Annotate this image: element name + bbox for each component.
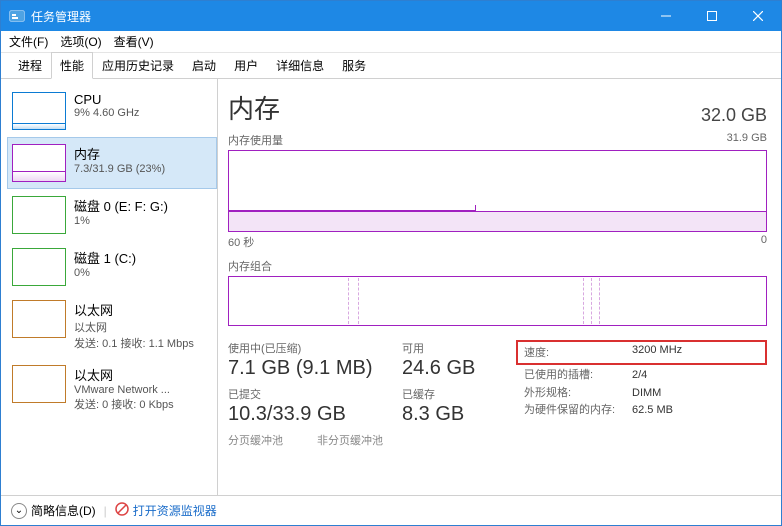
main-title: 内存 xyxy=(228,89,280,126)
eth1-sparkline xyxy=(12,365,66,403)
cached-value: 8.3 GB xyxy=(402,402,516,426)
no-entry-icon xyxy=(115,502,129,519)
commit-value: 10.3/33.9 GB xyxy=(228,402,402,426)
axis-right: 0 xyxy=(761,234,767,250)
close-button[interactable] xyxy=(735,1,781,31)
menubar: 文件(F) 选项(O) 查看(V) xyxy=(1,31,781,53)
disk1-sparkline xyxy=(12,248,66,286)
sidebar-eth0-sub1: 以太网 xyxy=(74,319,194,335)
slots-value: 2/4 xyxy=(632,367,647,385)
main-panel: 内存 32.0 GB 内存使用量 31.9 GB 60 秒 0 内存组合 xyxy=(218,79,781,495)
sidebar-cpu-title: CPU xyxy=(74,92,139,107)
disk0-sparkline xyxy=(12,196,66,234)
sidebar-item-disk0[interactable]: 磁盘 0 (E: F: G:) 1% xyxy=(7,189,217,241)
eth0-sparkline xyxy=(12,300,66,338)
cpu-sparkline xyxy=(12,92,66,130)
menu-file[interactable]: 文件(F) xyxy=(9,33,48,50)
speed-highlight-box: 速度: 3200 MHz xyxy=(516,340,767,365)
sidebar: CPU 9% 4.60 GHz 内存 7.3/31.9 GB (23%) 磁盘 … xyxy=(1,79,218,495)
brief-info-link[interactable]: 简略信息(D) xyxy=(31,502,96,519)
paged-label: 分页缓冲池 xyxy=(228,432,283,448)
sidebar-eth0-sub2: 发送: 0.1 接收: 1.1 Mbps xyxy=(74,335,194,351)
tabs: 进程 性能 应用历史记录 启动 用户 详细信息 服务 xyxy=(1,53,781,79)
cached-label: 已缓存 xyxy=(402,386,516,402)
memory-composition-chart xyxy=(228,276,767,326)
sidebar-eth1-sub2: 发送: 0 接收: 0 Kbps xyxy=(74,396,174,412)
composition-label: 内存组合 xyxy=(228,258,272,274)
sidebar-eth0-title: 以太网 xyxy=(74,300,194,319)
nonpaged-label: 非分页缓冲池 xyxy=(317,432,383,448)
menu-options[interactable]: 选项(O) xyxy=(60,33,101,50)
form-key: 外形规格: xyxy=(524,385,632,403)
form-value: DIMM xyxy=(632,385,661,403)
speed-value: 3200 MHz xyxy=(632,344,682,360)
minimize-button[interactable] xyxy=(643,1,689,31)
sidebar-disk1-sub: 0% xyxy=(74,267,136,279)
avail-value: 24.6 GB xyxy=(402,356,516,380)
chevron-down-icon[interactable]: ⌄ xyxy=(11,503,27,519)
sidebar-item-cpu[interactable]: CPU 9% 4.60 GHz xyxy=(7,85,217,137)
axis-left: 60 秒 xyxy=(228,234,254,250)
sidebar-memory-sub: 7.3/31.9 GB (23%) xyxy=(74,163,165,175)
reserved-key: 为硬件保留的内存: xyxy=(524,402,632,420)
tab-processes[interactable]: 进程 xyxy=(9,52,51,79)
window-title: 任务管理器 xyxy=(31,8,643,25)
sidebar-disk0-title: 磁盘 0 (E: F: G:) xyxy=(74,196,168,215)
sidebar-disk1-title: 磁盘 1 (C:) xyxy=(74,248,136,267)
avail-label: 可用 xyxy=(402,340,516,356)
sidebar-disk0-sub: 1% xyxy=(74,215,168,227)
sidebar-memory-title: 内存 xyxy=(74,144,165,163)
inuse-label: 使用中(已压缩) xyxy=(228,340,402,356)
maximize-button[interactable] xyxy=(689,1,735,31)
footer: ⌄ 简略信息(D) | 打开资源监视器 xyxy=(1,495,781,525)
main-total: 32.0 GB xyxy=(701,105,767,126)
titlebar[interactable]: 任务管理器 xyxy=(1,1,781,31)
usage-max: 31.9 GB xyxy=(727,132,767,148)
tab-performance[interactable]: 性能 xyxy=(51,52,93,79)
tab-startup[interactable]: 启动 xyxy=(183,52,225,79)
app-icon xyxy=(9,8,25,24)
commit-label: 已提交 xyxy=(228,386,402,402)
tab-details[interactable]: 详细信息 xyxy=(267,52,333,79)
sidebar-item-eth1[interactable]: 以太网 VMware Network ... 发送: 0 接收: 0 Kbps xyxy=(7,358,217,419)
menu-view[interactable]: 查看(V) xyxy=(114,33,154,50)
sidebar-item-eth0[interactable]: 以太网 以太网 发送: 0.1 接收: 1.1 Mbps xyxy=(7,293,217,358)
resource-monitor-link[interactable]: 打开资源监视器 xyxy=(133,502,217,519)
slots-key: 已使用的插槽: xyxy=(524,367,632,385)
tab-services[interactable]: 服务 xyxy=(333,52,375,79)
reserved-value: 62.5 MB xyxy=(632,402,673,420)
tab-history[interactable]: 应用历史记录 xyxy=(93,52,183,79)
usage-label: 内存使用量 xyxy=(228,132,283,148)
speed-key: 速度: xyxy=(524,344,632,360)
memory-sparkline xyxy=(12,144,66,182)
inuse-value: 7.1 GB (9.1 MB) xyxy=(228,356,402,380)
sidebar-cpu-sub: 9% 4.60 GHz xyxy=(74,107,139,119)
sidebar-item-memory[interactable]: 内存 7.3/31.9 GB (23%) xyxy=(7,137,217,189)
sidebar-eth1-sub1: VMware Network ... xyxy=(74,384,174,396)
sidebar-eth1-title: 以太网 xyxy=(74,365,174,384)
memory-usage-chart xyxy=(228,150,767,232)
tab-users[interactable]: 用户 xyxy=(225,52,267,79)
sidebar-item-disk1[interactable]: 磁盘 1 (C:) 0% xyxy=(7,241,217,293)
